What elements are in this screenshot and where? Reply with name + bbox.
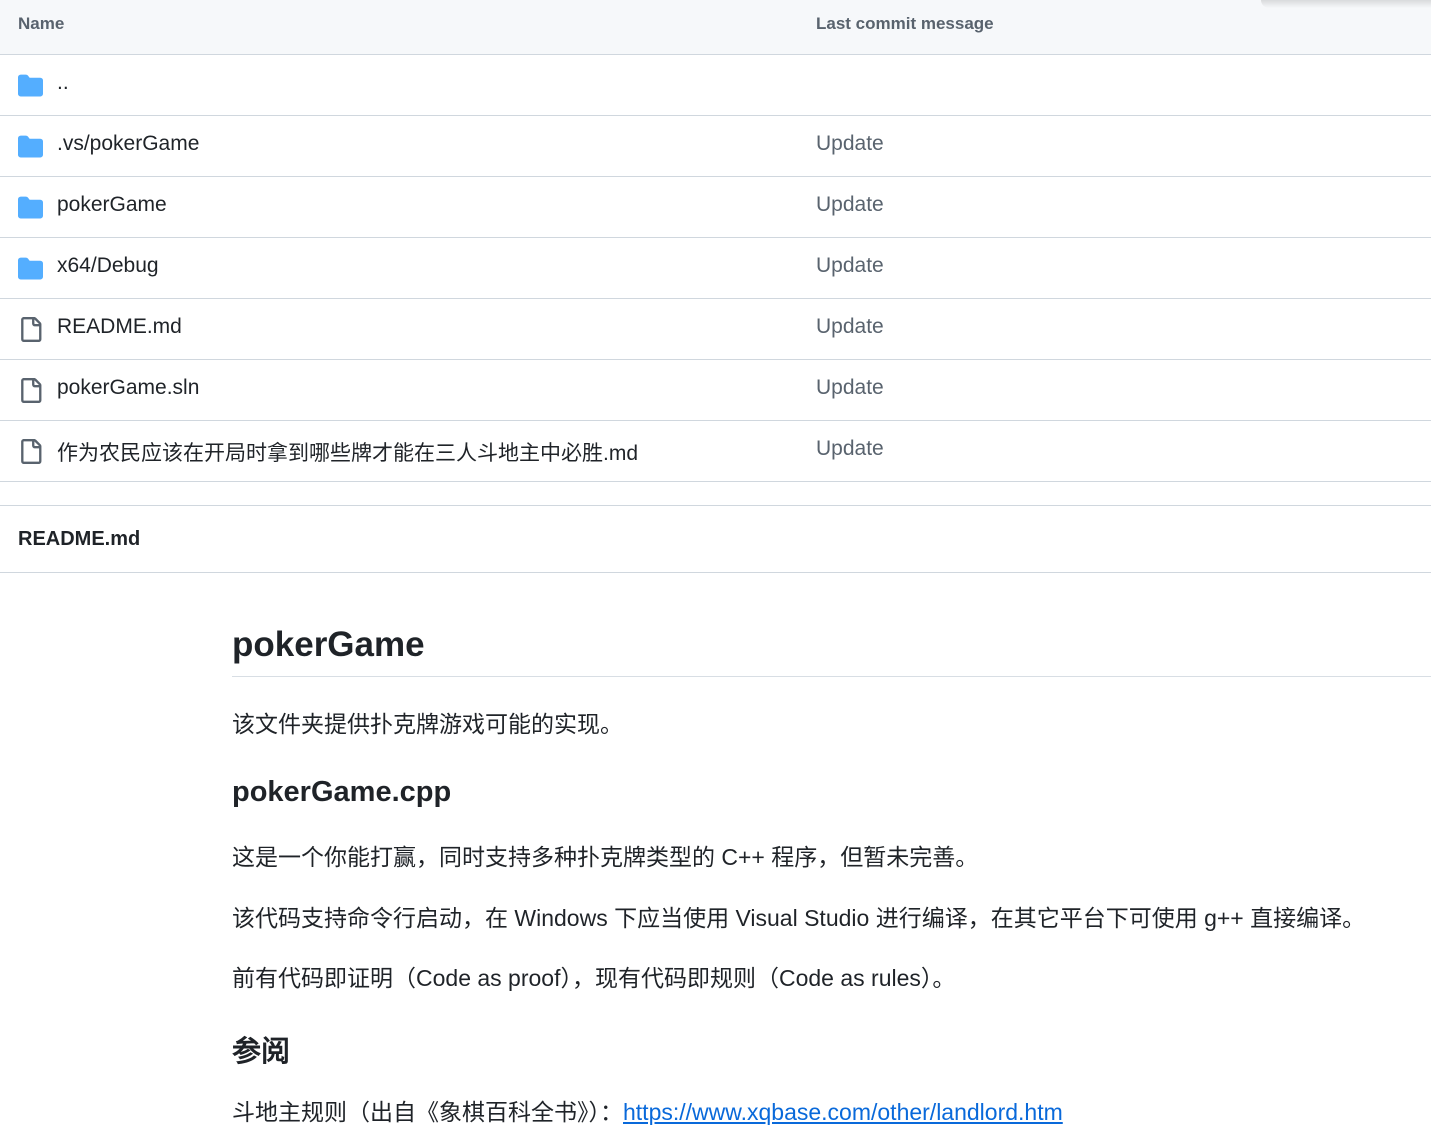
file-row[interactable]: pokerGame.sln Update <box>0 360 1431 421</box>
file-name-link[interactable]: pokerGame <box>57 193 167 217</box>
file-row[interactable]: 作为农民应该在开局时拿到哪些牌才能在三人斗地主中必胜.md Update <box>0 421 1431 482</box>
commit-message-link[interactable]: Update <box>816 315 884 339</box>
readme-heading-see-also: 参阅 <box>232 1036 291 1068</box>
file-name-link[interactable]: x64/Debug <box>57 254 159 278</box>
dropdown-shadow <box>1261 0 1431 8</box>
folder-icon <box>18 256 43 281</box>
file-name-link[interactable]: 作为农民应该在开局时拿到哪些牌才能在三人斗地主中必胜.md <box>57 437 638 467</box>
file-row[interactable]: pokerGame Update <box>0 177 1431 238</box>
landlord-rules-link[interactable]: https://www.xqbase.com/other/landlord.ht… <box>623 1099 1063 1125</box>
readme-paragraph-1: 这是一个你能打赢，同时支持多种扑克牌类型的 C++ 程序，但暂未完善。 <box>232 844 979 870</box>
folder-icon <box>18 134 43 159</box>
file-row[interactable]: .. <box>0 55 1431 116</box>
file-icon <box>18 378 43 403</box>
file-name-link[interactable]: README.md <box>57 315 182 339</box>
file-icon <box>18 317 43 342</box>
file-name-link[interactable]: pokerGame.sln <box>57 376 199 400</box>
readme-paragraph-3: 前有代码即证明（Code as proof），现有代码即规则（Code as r… <box>232 965 956 991</box>
commit-message-link[interactable]: Update <box>816 254 884 278</box>
column-header-message: Last commit message <box>816 14 994 33</box>
commit-message-link[interactable]: Update <box>816 437 884 461</box>
folder-icon <box>18 73 43 98</box>
file-name-link[interactable]: .vs/pokerGame <box>57 132 199 156</box>
commit-message-link[interactable]: Update <box>816 376 884 400</box>
readme-reference-line: 斗地主规则（出自《象棋百科全书》）：https://www.xqbase.com… <box>232 1093 1063 1127</box>
reference-prefix: 斗地主规则（出自《象棋百科全书》）： <box>232 1099 623 1125</box>
readme-paragraph-2: 该代码支持命令行启动，在 Windows 下应当使用 Visual Studio… <box>232 905 1366 931</box>
file-name-link[interactable]: .. <box>57 71 69 95</box>
file-row[interactable]: .vs/pokerGame Update <box>0 116 1431 177</box>
file-row[interactable]: x64/Debug Update <box>0 238 1431 299</box>
readme-heading-cpp: pokerGame.cpp <box>232 776 452 808</box>
commit-message-link[interactable]: Update <box>816 193 884 217</box>
table-header: Name Last commit message <box>0 0 1431 55</box>
file-icon <box>18 439 43 464</box>
readme-filename: README.md <box>18 528 141 550</box>
readme-intro-paragraph: 该文件夹提供扑克牌游戏可能的实现。 <box>232 711 623 737</box>
heading-divider <box>232 676 1431 677</box>
commit-message-link[interactable]: Update <box>816 132 884 156</box>
readme-heading-title: pokerGame <box>232 625 425 664</box>
file-row[interactable]: README.md Update <box>0 299 1431 360</box>
column-header-name: Name <box>18 14 65 33</box>
file-rows: .. .vs/pokerGame Update pokerGame Update x64/… <box>0 55 1431 482</box>
file-table: Name Last commit message .. .vs/pokerGame… <box>0 0 1431 482</box>
folder-icon <box>18 195 43 220</box>
readme-header: README.md <box>0 505 1431 573</box>
